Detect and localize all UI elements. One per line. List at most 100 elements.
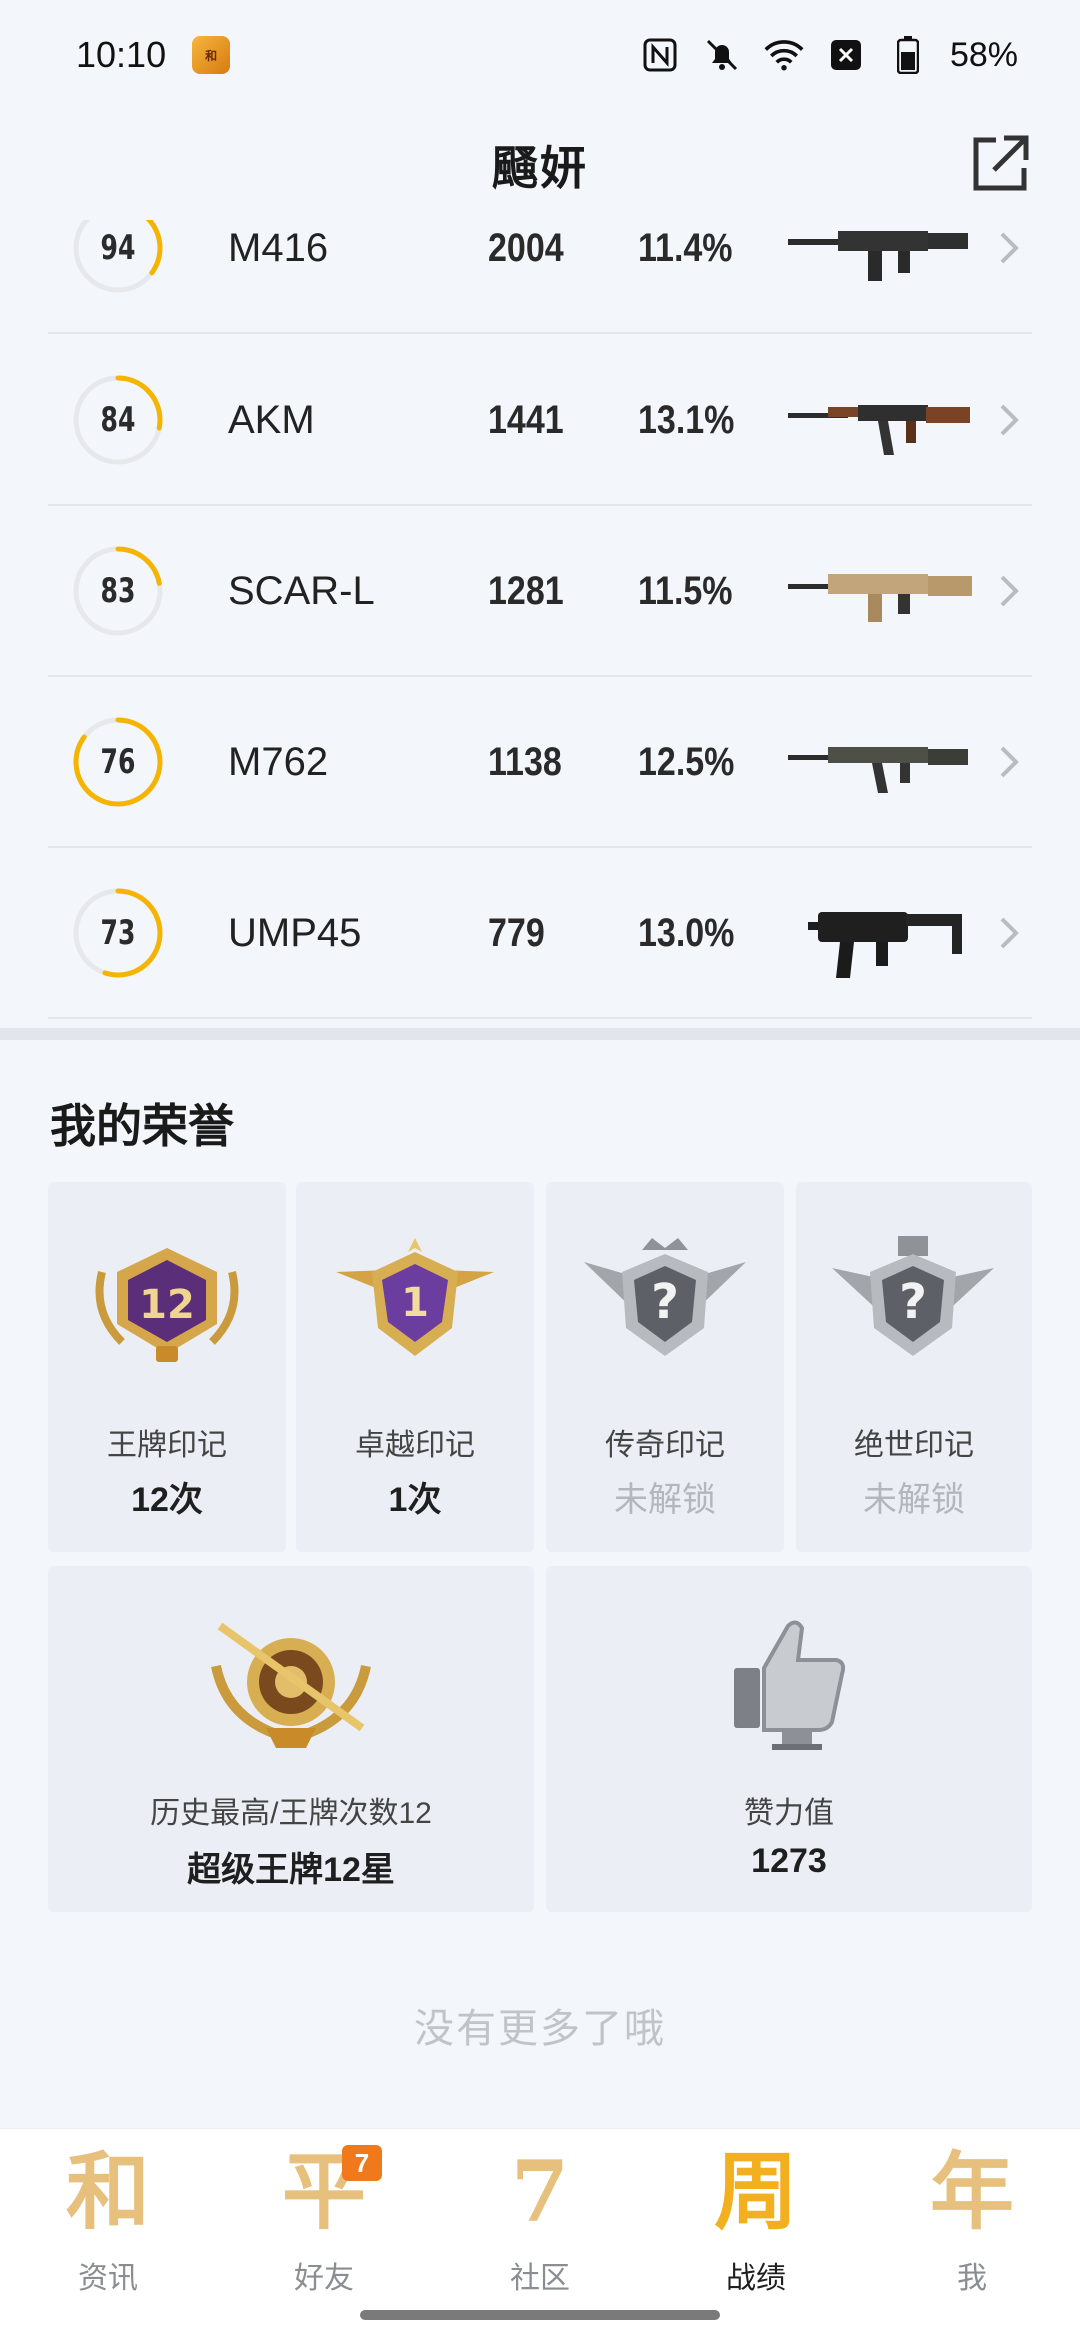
excellence-mark-badge-icon: 1 bbox=[336, 1238, 494, 1356]
weapon-rate: 13.1% bbox=[638, 397, 735, 442]
weapon-row[interactable]: 94 M416 2004 11.4% bbox=[48, 220, 1032, 334]
honor-card-likes[interactable]: 赞力值 1273 bbox=[546, 1566, 1032, 1912]
friends-notification-badge: 7 bbox=[342, 2145, 382, 2181]
honor-label: 赞力值 bbox=[744, 1797, 834, 1830]
honor-value: 未解锁 bbox=[863, 1481, 965, 1519]
weapon-list: 94 M416 2004 11.4% 84 AKM 1441 13.1% 83 SCAR-L 128… bbox=[48, 220, 1032, 1028]
no-sim-icon bbox=[826, 35, 866, 75]
legend-badge-question: ? bbox=[651, 1274, 679, 1330]
share-button[interactable] bbox=[960, 124, 1040, 204]
weapon-image-icon bbox=[788, 574, 972, 622]
weapon-rate: 12.5% bbox=[638, 739, 735, 784]
honor-value: 1273 bbox=[751, 1842, 827, 1880]
nav-item-community[interactable]: 7 社区 bbox=[450, 2137, 630, 2307]
honor-label: 绝世印记 bbox=[854, 1429, 974, 1462]
weapon-score-ring: 73 bbox=[70, 885, 166, 981]
weapon-score-ring: 94 bbox=[70, 220, 166, 296]
thumbs-up-icon bbox=[734, 1620, 846, 1750]
chevron-right-icon bbox=[1000, 746, 1019, 778]
chevron-right-icon bbox=[1000, 232, 1019, 264]
weapon-name: AKM bbox=[228, 397, 315, 442]
weapon-rate: 13.0% bbox=[638, 910, 735, 955]
bottom-nav: 和 资讯 平 7 好友 7 社区 周 战绩 年 我 bbox=[0, 2128, 1080, 2340]
weapon-name: UMP45 bbox=[228, 910, 362, 955]
nav-label: 社区 bbox=[510, 2262, 570, 2295]
honor-card-legend[interactable]: ? 传奇印记 未解锁 bbox=[546, 1182, 784, 1552]
weapon-name: M416 bbox=[228, 225, 329, 270]
weapon-name: SCAR-L bbox=[228, 568, 375, 613]
honor-card-highest-rank[interactable]: 历史最高/王牌次数12 超级王牌12星 bbox=[48, 1566, 534, 1912]
weapon-name: M762 bbox=[228, 739, 329, 784]
nav-label: 好友 bbox=[294, 2262, 354, 2295]
peerless-mark-locked-badge-icon: ? bbox=[832, 1236, 994, 1356]
ace-mark-badge-icon: 12 bbox=[95, 1248, 239, 1362]
battery-icon bbox=[888, 35, 928, 75]
ace-badge-number: 12 bbox=[139, 1282, 195, 1328]
nav-item-records[interactable]: 周 战绩 bbox=[666, 2137, 846, 2307]
weapon-score: 94 bbox=[100, 228, 136, 268]
weapon-score: 73 bbox=[100, 913, 136, 953]
nav-item-friends[interactable]: 平 7 好友 bbox=[234, 2137, 414, 2307]
nav-label: 战绩 bbox=[726, 2262, 786, 2295]
honor-card-excellence[interactable]: 1 卓越印记 1次 bbox=[296, 1182, 534, 1552]
honor-value: 12次 bbox=[131, 1481, 203, 1519]
home-indicator[interactable] bbox=[360, 2310, 720, 2320]
weapon-kills: 2004 bbox=[488, 225, 564, 270]
excellence-badge-number: 1 bbox=[401, 1280, 429, 1326]
honor-label: 传奇印记 bbox=[605, 1429, 725, 1462]
honor-label: 卓越印记 bbox=[355, 1429, 475, 1462]
top-bar: 颾妍 bbox=[0, 110, 1080, 220]
status-bar: 10:10 和 58% bbox=[0, 0, 1080, 110]
nav-item-me[interactable]: 年 我 bbox=[882, 2137, 1062, 2307]
weapon-rate: 11.4% bbox=[638, 225, 733, 270]
chevron-right-icon bbox=[1000, 917, 1019, 949]
weapon-score: 84 bbox=[100, 400, 136, 440]
battery-percent: 58% bbox=[949, 35, 1018, 74]
weapon-image-icon bbox=[788, 747, 968, 793]
rank-badge-icon bbox=[211, 1622, 371, 1748]
page-title: 颾妍 bbox=[492, 142, 588, 194]
honor-label: 历史最高/王牌次数12 bbox=[150, 1797, 432, 1830]
weapon-kills: 1138 bbox=[488, 739, 562, 784]
wifi-icon bbox=[764, 35, 804, 75]
weapon-score: 83 bbox=[100, 571, 136, 611]
news-tab-icon: 和 bbox=[65, 2142, 150, 2241]
legend-mark-locked-badge-icon: ? bbox=[584, 1238, 746, 1356]
community-tab-icon: 7 bbox=[510, 2142, 570, 2241]
chevron-right-icon bbox=[1000, 404, 1019, 436]
weapon-score-ring: 84 bbox=[70, 372, 166, 468]
status-time: 10:10 bbox=[76, 34, 167, 75]
weapon-image-icon bbox=[788, 231, 968, 281]
honor-card-ace[interactable]: 12 王牌印记 12次 bbox=[48, 1182, 286, 1552]
weapon-score: 76 bbox=[100, 742, 136, 782]
app-notification-icon: 和 bbox=[192, 36, 231, 74]
records-tab-icon: 周 bbox=[713, 2142, 798, 2241]
section-divider bbox=[0, 1028, 1080, 1040]
weapon-rate: 11.5% bbox=[638, 568, 733, 613]
nav-label: 资讯 bbox=[78, 2262, 138, 2295]
honor-card-peerless[interactable]: ? 绝世印记 未解锁 bbox=[796, 1182, 1032, 1552]
weapon-image-icon bbox=[788, 405, 970, 455]
weapon-row[interactable]: 83 SCAR-L 1281 11.5% bbox=[48, 507, 1032, 677]
honor-value: 超级王牌12星 bbox=[187, 1851, 395, 1889]
honor-value: 未解锁 bbox=[614, 1481, 716, 1519]
weapon-kills: 779 bbox=[488, 910, 545, 955]
honors-title: 我的荣誉 bbox=[50, 1100, 234, 1152]
nfc-icon bbox=[640, 35, 680, 75]
me-tab-icon: 年 bbox=[929, 2142, 1014, 2241]
weapon-row[interactable]: 84 AKM 1441 13.1% bbox=[48, 336, 1032, 506]
weapon-row[interactable]: 73 UMP45 779 13.0% bbox=[48, 849, 1032, 1019]
nav-label: 我 bbox=[957, 2262, 987, 2295]
weapon-image-icon bbox=[808, 912, 962, 978]
weapon-kills: 1281 bbox=[488, 568, 564, 613]
honor-label: 王牌印记 bbox=[107, 1429, 227, 1462]
weapon-score-ring: 83 bbox=[70, 543, 166, 639]
weapon-row[interactable]: 76 M762 1138 12.5% bbox=[48, 678, 1032, 848]
peerless-badge-question: ? bbox=[899, 1274, 927, 1330]
external-link-icon bbox=[973, 135, 1029, 191]
nav-item-news[interactable]: 和 资讯 bbox=[18, 2137, 198, 2307]
end-of-list-text: 没有更多了哦 bbox=[414, 2007, 666, 2051]
honor-value: 1次 bbox=[388, 1481, 442, 1519]
mute-icon bbox=[702, 35, 742, 75]
chevron-right-icon bbox=[1000, 575, 1019, 607]
